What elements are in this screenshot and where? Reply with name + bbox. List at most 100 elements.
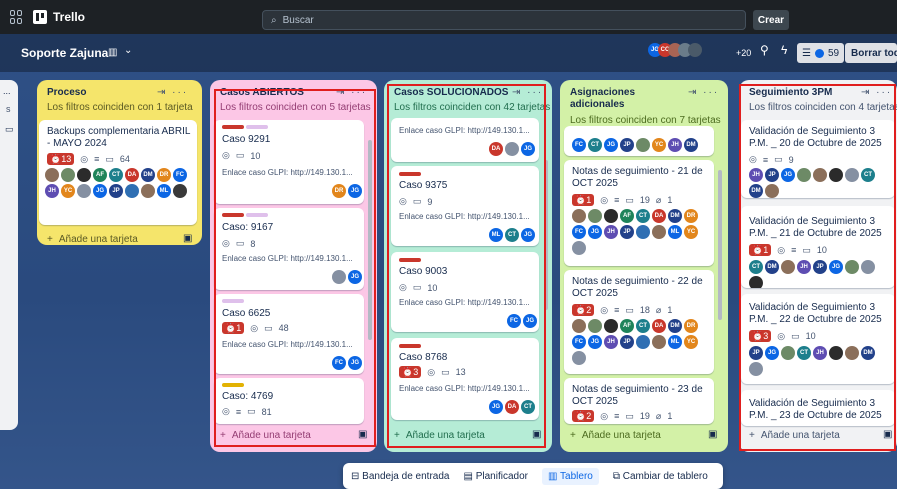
- watch-icon: ◎: [250, 322, 259, 333]
- avatar: CT: [861, 168, 875, 182]
- card[interactable]: Caso: 9167 ◎ ▭ 8 Enlace caso GLPI: http:…: [214, 208, 364, 290]
- watch-icon: ◎: [600, 304, 609, 315]
- avatar: DM: [765, 260, 779, 274]
- avatar: JG: [765, 346, 779, 360]
- due-badge: ⏰1: [749, 244, 772, 256]
- template-icon[interactable]: ▣: [532, 429, 541, 440]
- card[interactable]: Validación de Seguimiento 3 P.M. _ 23 de…: [741, 390, 895, 426]
- list-scrollbar[interactable]: [718, 170, 722, 320]
- board-view-icon[interactable]: ▥: [108, 47, 117, 58]
- switch-board-tab[interactable]: ⧉ Cambiar de tablero: [613, 471, 708, 482]
- avatar: ML: [668, 335, 682, 349]
- add-card-label: Añade una tarjeta: [405, 430, 485, 441]
- board-title[interactable]: Soporte Zajuna: [21, 46, 108, 60]
- avatar: JG: [521, 228, 535, 242]
- card[interactable]: Backups complementaria ABRIL - MAYO 2024…: [39, 120, 197, 225]
- avatar-photo: [636, 225, 650, 239]
- card[interactable]: Validación de Seguimiento 3 P.M. _ 22 de…: [741, 294, 895, 384]
- card-members: AF CT DA DM DR FC JG JH JP ML YC: [572, 319, 712, 365]
- search-input[interactable]: ⌕ Buscar: [262, 10, 746, 30]
- comment-count: 19: [639, 195, 650, 205]
- card-title: Validación de Seguimiento 3 P.M. _ 22 de…: [749, 302, 882, 325]
- comment-count: 81: [261, 406, 272, 417]
- template-icon[interactable]: ▭: [5, 124, 14, 135]
- card[interactable]: Notas de seguimiento - 23 de OCT 2025 ⏰2…: [564, 378, 714, 424]
- plus-icon: +: [570, 430, 576, 441]
- add-card-button[interactable]: + Añade una tarjeta: [47, 234, 138, 245]
- avatar: YC: [652, 138, 666, 152]
- list-actions-icon[interactable]: ...: [3, 86, 11, 96]
- board-members[interactable]: JG CC: [648, 43, 702, 57]
- card[interactable]: Caso 9291 ◎ ▭ 10 Enlace caso GLPI: http:…: [214, 120, 364, 204]
- list-filter-text: Los filtros coinciden con 4 tarjetas: [749, 102, 897, 113]
- watch-icon: ◎: [80, 153, 89, 164]
- list-actions[interactable]: ⇥ ···: [688, 87, 719, 98]
- card[interactable]: Enlace caso GLPI: http://149.130.1... DA…: [391, 118, 539, 162]
- avatar: JP: [765, 168, 779, 182]
- more-members-count[interactable]: +20: [736, 48, 751, 58]
- card[interactable]: Notas de seguimiento - 22 de OCT 2025 ⏰2…: [564, 270, 714, 374]
- add-card-button[interactable]: + Añade una tarjeta: [570, 430, 661, 441]
- description-icon: ≡: [614, 411, 620, 421]
- list-title[interactable]: Proceso: [47, 87, 86, 98]
- search-placeholder: Buscar: [282, 14, 314, 26]
- list-scrollbar[interactable]: [544, 160, 548, 310]
- avatar-photo[interactable]: [688, 43, 702, 57]
- template-icon[interactable]: ▣: [358, 429, 367, 440]
- card[interactable]: Caso 6625 ⏰1 ◎ ▭ 48 Enlace caso GLPI: ht…: [214, 294, 364, 374]
- add-card-button[interactable]: + Añade una tarjeta: [220, 430, 311, 441]
- avatar: JG: [829, 260, 843, 274]
- list-actions[interactable]: ⇥ ···: [336, 87, 367, 98]
- app-switcher-icon[interactable]: [10, 10, 24, 24]
- list-title[interactable]: Casos ABIERTOS: [220, 87, 304, 98]
- comment-icon: ▭: [412, 196, 422, 206]
- filter-button[interactable]: ☰ 59: [797, 43, 845, 63]
- add-card-button[interactable]: + Añade una tarjeta: [394, 430, 485, 441]
- avatar: JG: [523, 314, 537, 328]
- add-card-button[interactable]: + Añade una tarjeta: [749, 430, 840, 441]
- board-tab[interactable]: ▥ Tablero: [541, 467, 599, 485]
- card[interactable]: Caso 8768 ⏰3 ◎ ▭ 13 Enlace caso GLPI: ht…: [391, 338, 539, 420]
- card[interactable]: Validación de Seguimiento 3 P.M. _ 20 de…: [741, 120, 895, 198]
- comment-icon: ▭: [625, 194, 634, 205]
- card[interactable]: Caso 9003 ◎ ▭ 10 Enlace caso GLPI: http:…: [391, 252, 539, 332]
- card-title: Caso 8768: [399, 352, 448, 363]
- comment-count: 9: [427, 196, 433, 207]
- template-icon[interactable]: ▣: [883, 429, 892, 440]
- list-title[interactable]: Asignaciones adicionales: [570, 87, 670, 111]
- comment-count: 10: [816, 245, 827, 255]
- description-icon: ≡: [762, 154, 769, 165]
- card[interactable]: Caso: 4769 ◎ ≡ ▭ 81: [214, 378, 364, 424]
- card[interactable]: Validación de Seguimiento 3 P.M. _ 21 de…: [741, 206, 895, 288]
- clear-filters-button[interactable]: Borrar todo: [851, 48, 897, 59]
- description-icon: ≡: [235, 406, 242, 417]
- trello-logo[interactable]: Trello: [33, 10, 85, 24]
- template-icon[interactable]: ▣: [183, 233, 192, 244]
- card-link: Enlace caso GLPI: http://149.130.1...: [399, 126, 530, 135]
- list-actions[interactable]: ⇥ ···: [512, 87, 543, 98]
- list-title[interactable]: Seguimiento 3PM: [749, 87, 832, 98]
- attachment-icon: ⌀: [655, 410, 662, 421]
- avatar: DA: [505, 400, 519, 414]
- inbox-tab[interactable]: ⊟ Bandeja de entrada: [351, 471, 449, 482]
- planner-tab[interactable]: ▤ Planificador: [463, 471, 528, 482]
- list-actions[interactable]: ⇥ ···: [157, 87, 188, 98]
- create-button[interactable]: Crear: [753, 10, 789, 30]
- due-badge: ⏰2: [572, 304, 595, 316]
- automation-icon[interactable]: ϟ: [781, 43, 787, 57]
- power-ups-icon[interactable]: ⚲: [760, 43, 769, 57]
- card[interactable]: Notas de seguimiento - 21 de OCT 2025 ⏰1…: [564, 160, 714, 266]
- list-title[interactable]: Casos SOLUCIONADOS: [394, 87, 508, 98]
- comment-count: 10: [250, 150, 261, 161]
- avatar-photo: [781, 260, 795, 274]
- card[interactable]: Caso 9375 ◎ ▭ 9 Enlace caso GLPI: http:/…: [391, 166, 539, 246]
- card-title: Validación de Seguimiento 3 P.M. _ 23 de…: [749, 398, 882, 421]
- template-icon[interactable]: ▣: [708, 429, 717, 440]
- add-card-label: Añade una tarjeta: [760, 430, 840, 441]
- avatar: JP: [620, 335, 634, 349]
- list-casos-abiertos: Casos ABIERTOS ⇥ ··· Los filtros coincid…: [210, 80, 377, 452]
- card[interactable]: FC CT JG JP YC JH DM: [564, 126, 714, 156]
- list-scrollbar[interactable]: [368, 140, 372, 340]
- chevron-down-icon[interactable]: ⌄: [124, 45, 132, 56]
- list-actions[interactable]: ⇥ ···: [861, 87, 892, 98]
